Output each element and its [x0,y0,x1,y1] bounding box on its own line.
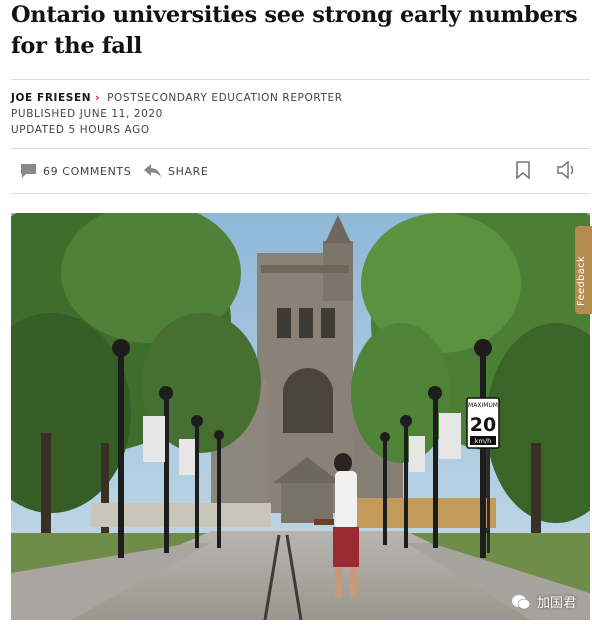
sign-top-text: MAXIMUM [468,402,498,409]
divider [11,193,590,194]
share-icon [144,164,162,178]
share-label: SHARE [168,164,209,178]
published-date: PUBLISHED JUNE 11, 2020 [11,108,163,120]
author-link[interactable]: JOE FRIESEN [11,92,91,104]
wechat-icon [511,594,531,610]
comments-count: 69 COMMENTS [43,164,132,178]
listen-button[interactable] [557,153,577,189]
sign-number: 20 [470,414,496,436]
divider [11,148,590,149]
feedback-label: Feedback [576,255,587,306]
article-toolbar: 69 COMMENTS SHARE [11,153,590,189]
hero-photo: MAXIMUM 20 km/h [11,213,590,620]
author-role: POSTSECONDARY EDUCATION REPORTER [107,92,343,104]
article-headline: Ontario universities see strong early nu… [11,2,578,59]
bookmark-button[interactable] [516,153,530,189]
updated-time: UPDATED 5 HOURS AGO [11,124,150,136]
share-button[interactable]: SHARE [144,153,208,189]
watermark-text: 加国君 [536,596,576,611]
bookmark-icon [516,160,530,182]
comment-icon [20,163,37,179]
feedback-tab[interactable]: Feedback [575,226,592,314]
chevron-right-icon: › [95,92,101,104]
sign-unit: km/h [475,437,491,445]
speaker-icon [557,159,577,182]
comments-button[interactable]: 69 COMMENTS [20,153,131,189]
divider [11,79,590,80]
watermark: 加国君 [511,592,576,611]
byline: JOE FRIESEN › POSTSECONDARY EDUCATION REPO… [11,91,343,106]
